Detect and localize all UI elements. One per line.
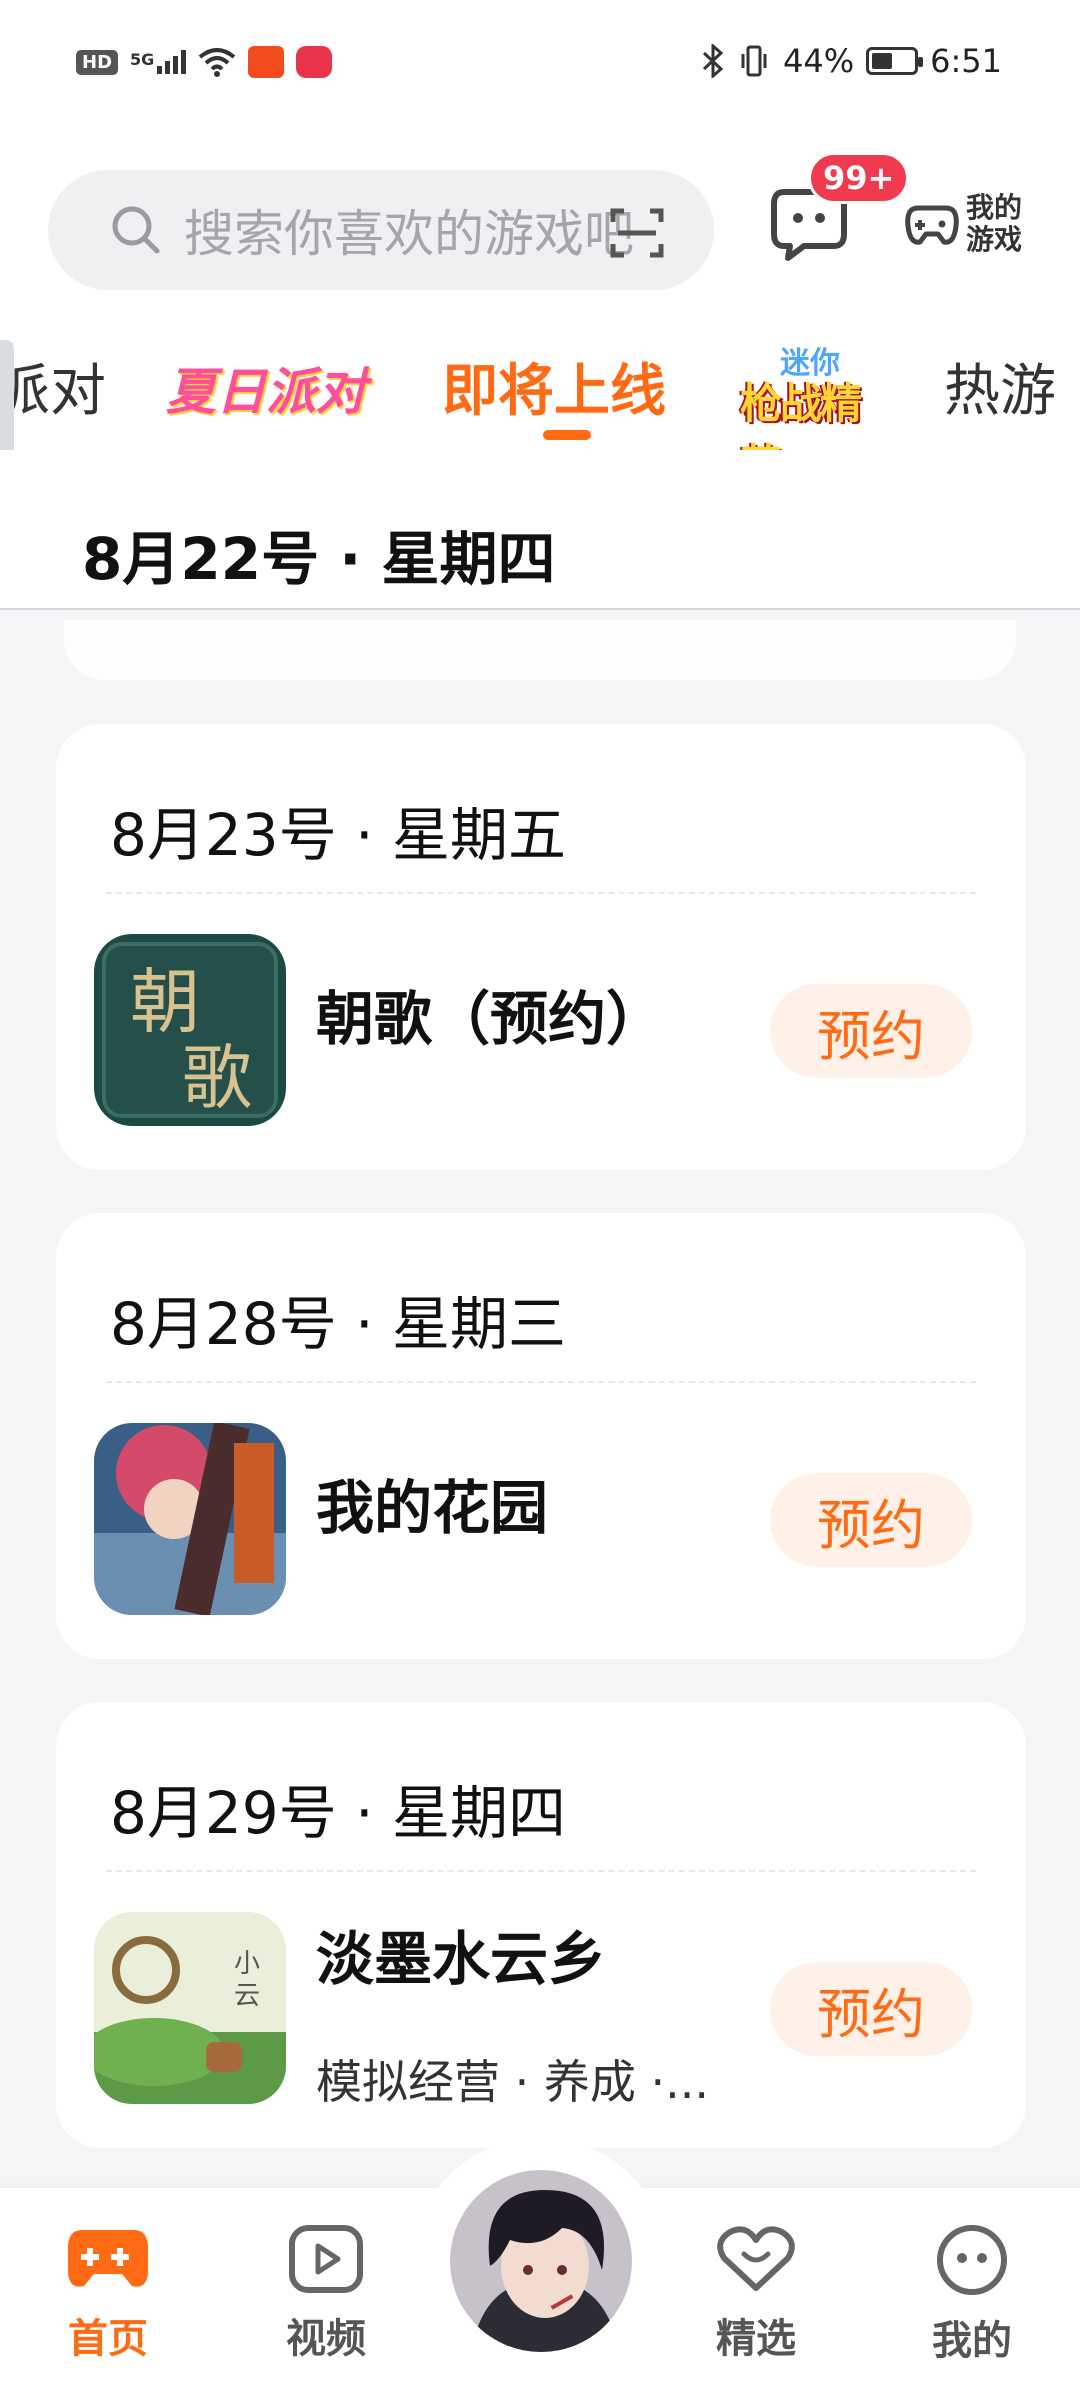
release-card: 8月28号 · 星期三 我的花园 预约 [56, 1213, 1026, 1659]
avatar[interactable] [446, 2166, 636, 2356]
signal-label: 5G [130, 50, 155, 69]
tab-upcoming[interactable]: 即将上线 [442, 346, 666, 427]
nav-featured[interactable]: 精选 [686, 2224, 826, 2364]
active-tab-indicator [543, 430, 591, 440]
svg-text:歌: 歌 [182, 1037, 252, 1119]
game-name[interactable]: 淡墨水云乡 [316, 1912, 606, 1996]
tab-party[interactable]: 派对 [0, 346, 106, 427]
scan-icon[interactable] [610, 208, 664, 258]
release-date: 8月28号 · 星期三 [110, 1290, 567, 1358]
search-icon [112, 206, 160, 254]
svg-text:朝: 朝 [130, 961, 200, 1043]
tab-hot-games[interactable]: 热游 [944, 346, 1056, 427]
divider [106, 1870, 976, 1872]
app-notification-icon [248, 46, 285, 78]
battery-percent: 44% [783, 42, 855, 80]
release-date: 8月23号 · 星期五 [110, 801, 567, 869]
chaoge-icon[interactable]: 朝歌 [94, 934, 286, 1126]
clock: 6:51 [930, 42, 1002, 80]
nav-home-label: 首页 [68, 2316, 148, 2362]
nav-video-label: 视频 [286, 2316, 366, 2362]
status-right: 44% 6:51 [701, 42, 1002, 80]
divider [106, 1381, 976, 1383]
video-icon [289, 2225, 363, 2293]
bluetooth-icon [702, 44, 724, 78]
tab-summer-party-logo[interactable]: 夏日派对 [166, 352, 366, 424]
divider [106, 892, 976, 894]
category-tabs: 派对 夏日派对 即将上线 迷你 枪战精英 热游 [0, 310, 1080, 450]
reserve-button[interactable]: 预约 [770, 1962, 972, 2056]
mini-logo-bottom: 枪战精英 [740, 379, 862, 450]
my-games-label: 我的游戏 [966, 191, 1023, 256]
sticky-date-header: 8月22号 · 星期四 [0, 450, 1080, 610]
reserve-button[interactable]: 预约 [770, 984, 972, 1078]
status-bar: HD 5G 44% 6:51 [0, 0, 1080, 130]
vibrate-icon [741, 45, 767, 77]
header: 搜索你喜欢的游戏吧 99+ 我的游戏 [0, 130, 1080, 310]
battery-fill [872, 53, 893, 69]
heart-icon [717, 2226, 795, 2291]
my-games-button[interactable]: 我的游戏 [904, 192, 1036, 256]
reserve-button[interactable]: 预约 [770, 1473, 972, 1567]
release-card: 8月29号 · 星期四 小云 淡墨水云乡 模拟经营 · 养成 ·... 预约 [56, 1702, 1026, 2148]
message-badge: 99+ [808, 152, 910, 204]
svg-text:云: 云 [234, 1981, 260, 2011]
game-name[interactable]: 我的花园 [316, 1461, 548, 1545]
status-left: HD 5G [76, 46, 333, 78]
search-placeholder: 搜索你喜欢的游戏吧 [184, 205, 634, 263]
face-icon [937, 2225, 1007, 2295]
svg-text:小: 小 [234, 1949, 260, 1979]
previous-card-edge [64, 620, 1016, 680]
sticky-date-label: 8月22号 · 星期四 [82, 525, 556, 593]
release-date: 8月29号 · 星期四 [110, 1779, 567, 1847]
tab-mini-gun-elite-logo[interactable]: 迷你 枪战精英 [740, 340, 892, 450]
signal-icon: 5G [130, 50, 187, 74]
game-tags: 模拟经营 · 养成 ·... [316, 2055, 709, 2109]
danmo-icon[interactable]: 小云 [94, 1912, 286, 2104]
nav-mine-label: 我的 [932, 2318, 1012, 2364]
nav-featured-label: 精选 [716, 2316, 796, 2362]
garden-icon[interactable] [94, 1423, 286, 1615]
wifi-icon [199, 48, 236, 77]
nav-home[interactable]: 首页 [38, 2224, 178, 2364]
gamepad-outline-icon [905, 205, 959, 245]
search-bar[interactable]: 搜索你喜欢的游戏吧 [48, 170, 714, 290]
gamepad-icon [68, 2230, 148, 2287]
battery-icon [866, 47, 924, 75]
nav-video[interactable]: 视频 [256, 2224, 396, 2364]
nav-mine[interactable]: 我的 [902, 2224, 1042, 2366]
hd-indicator: HD [76, 49, 119, 75]
game-name[interactable]: 朝歌（预约） [316, 972, 664, 1056]
release-card: 8月23号 · 星期五 朝歌 朝歌（预约） 预约 [56, 724, 1026, 1170]
app-notification-icon-2 [296, 46, 333, 78]
